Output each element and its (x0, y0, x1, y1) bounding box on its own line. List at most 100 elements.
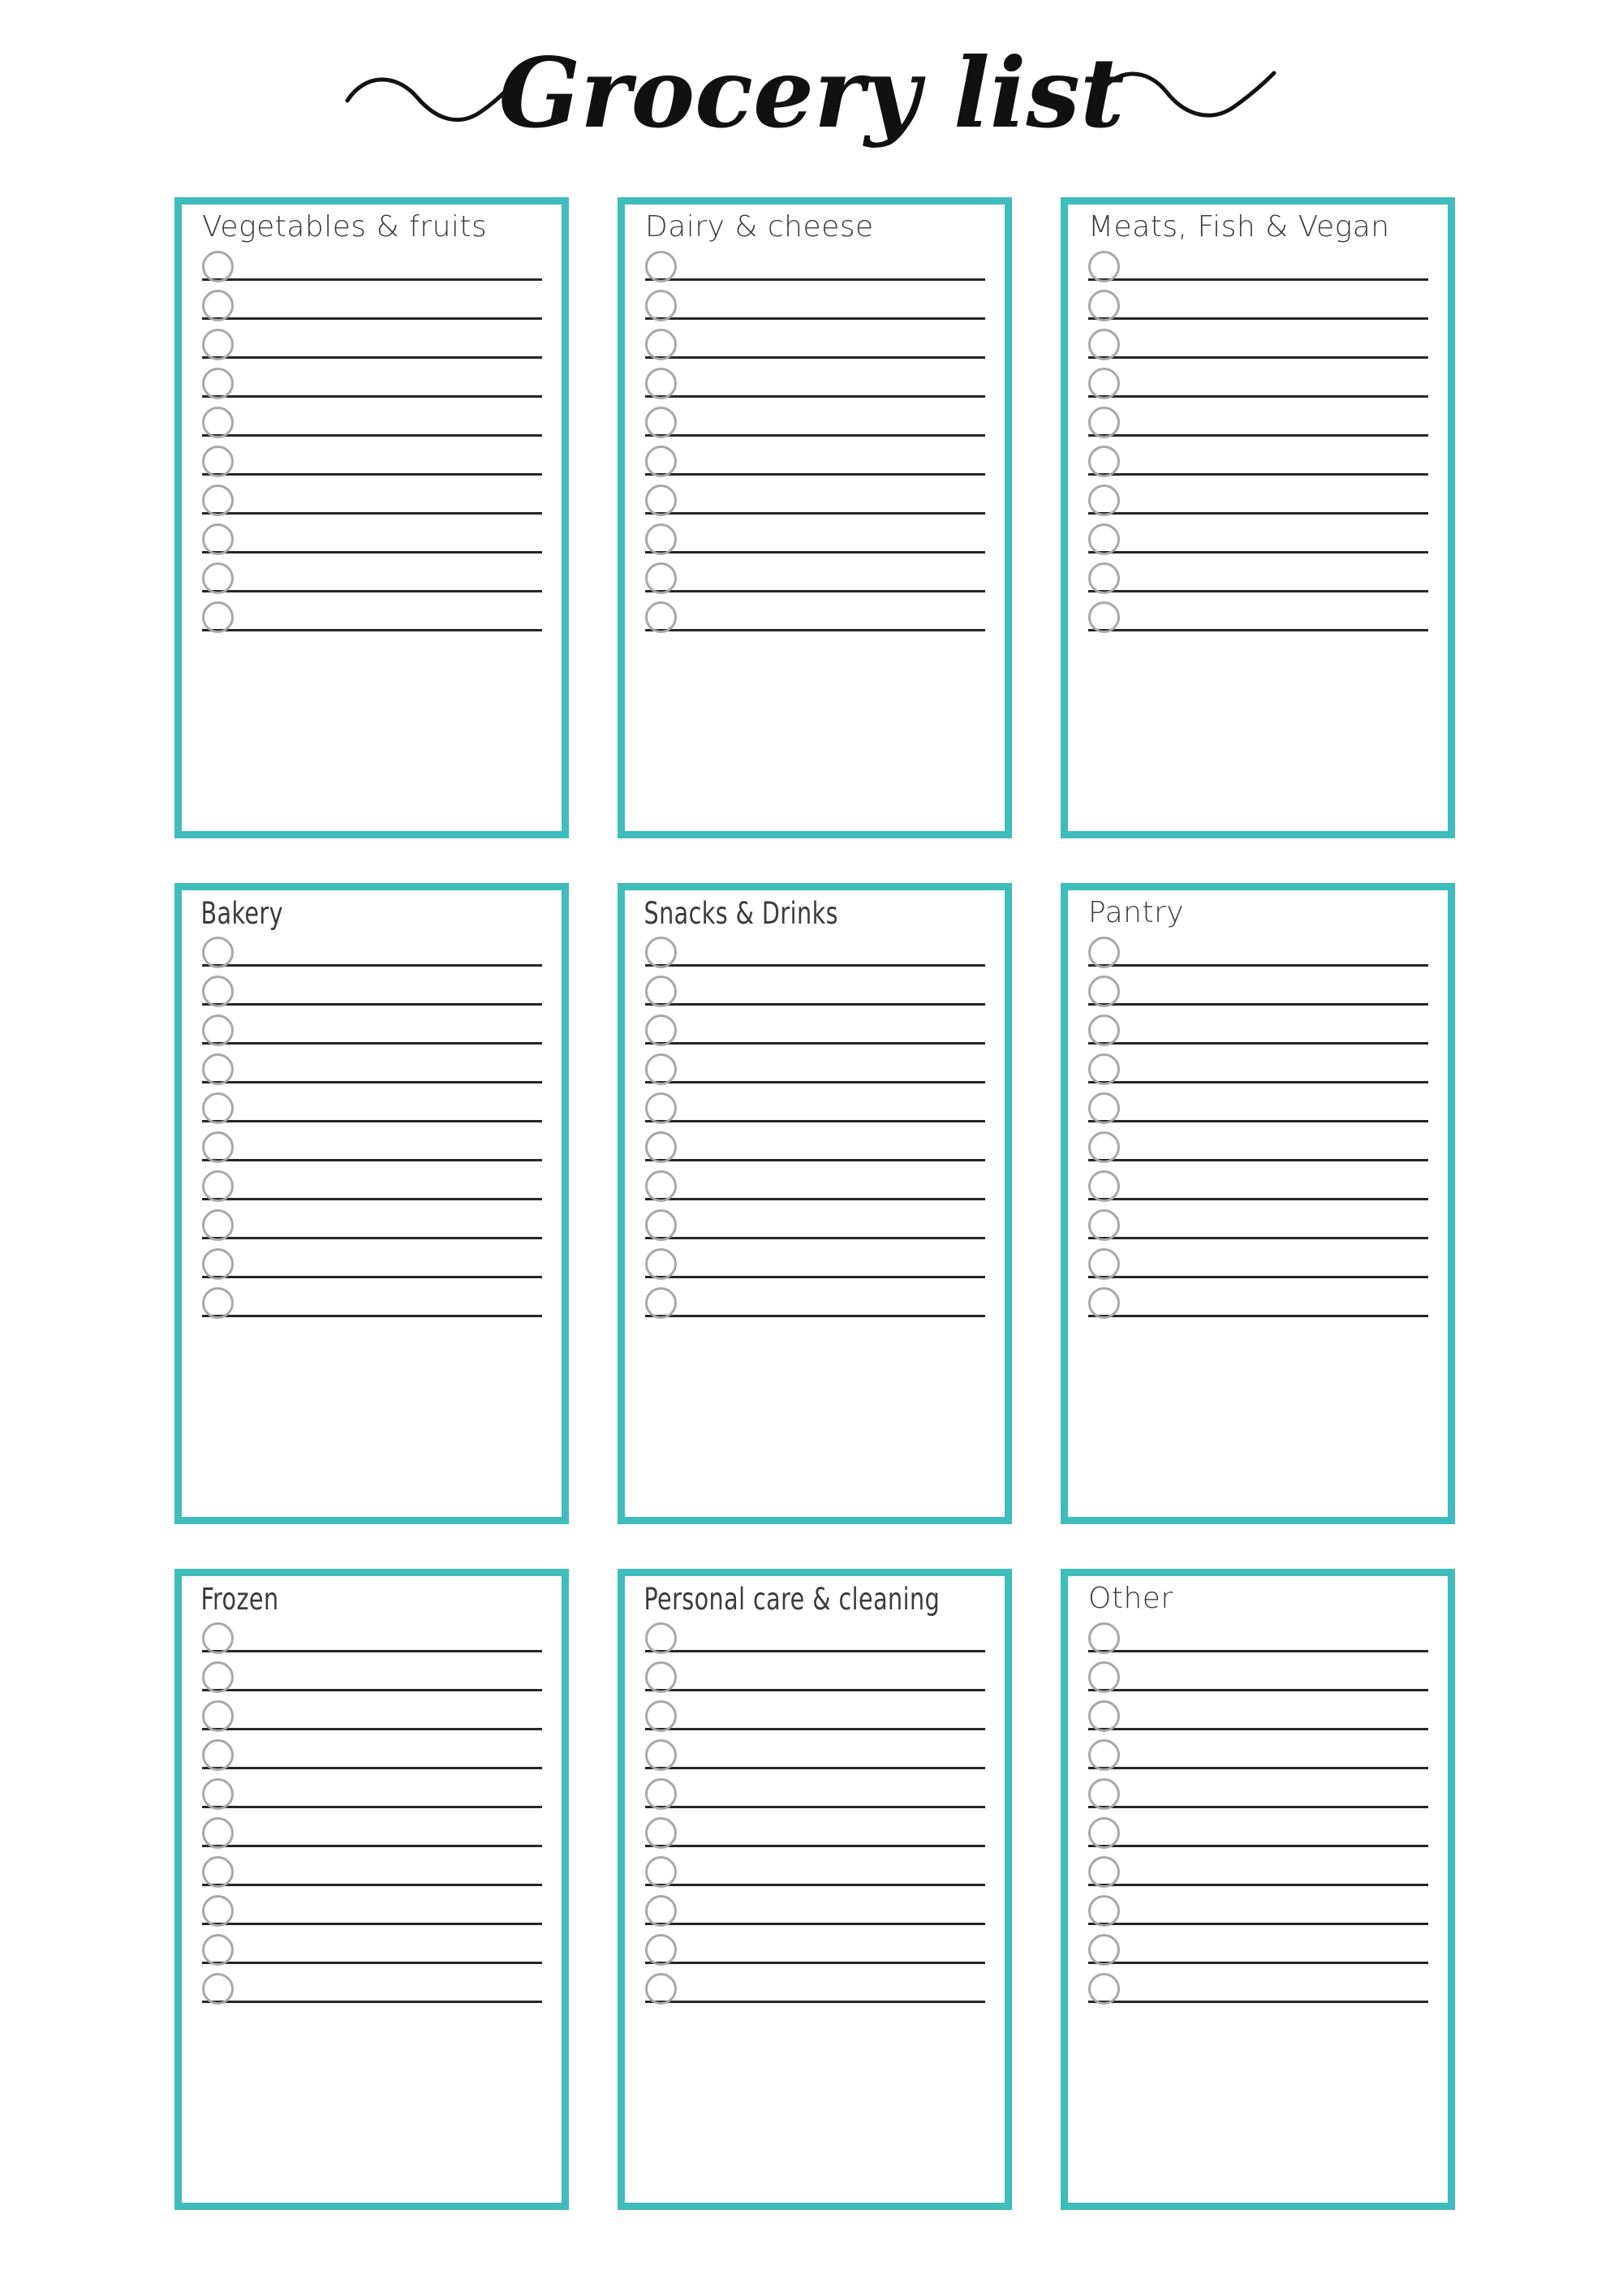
list-item[interactable] (645, 482, 993, 521)
checkbox-circle-icon[interactable] (1088, 446, 1120, 477)
list-item[interactable] (202, 1776, 550, 1815)
checkbox-circle-icon[interactable] (645, 1973, 677, 2005)
write-in-line[interactable] (1088, 2001, 1428, 2003)
list-item[interactable] (645, 1893, 993, 1932)
checkbox-circle-icon[interactable] (645, 485, 677, 516)
list-item[interactable] (645, 1168, 993, 1207)
list-item[interactable] (1088, 1051, 1436, 1090)
write-in-line[interactable] (202, 1923, 542, 1925)
list-item[interactable] (202, 599, 550, 638)
checkbox-circle-icon[interactable] (1088, 407, 1120, 438)
checkbox-circle-icon[interactable] (1088, 937, 1120, 968)
write-in-line[interactable] (202, 395, 542, 398)
write-in-line[interactable] (1088, 1689, 1428, 1691)
list-item[interactable] (1088, 1854, 1436, 1893)
checkbox-circle-icon[interactable] (645, 1778, 677, 1810)
list-item[interactable] (1088, 1246, 1436, 1285)
checkbox-circle-icon[interactable] (1088, 485, 1120, 516)
checkbox-circle-icon[interactable] (645, 937, 677, 968)
write-in-line[interactable] (1088, 1315, 1428, 1317)
list-item[interactable] (645, 1815, 993, 1854)
write-in-line[interactable] (202, 434, 542, 437)
checkbox-circle-icon[interactable] (202, 523, 234, 555)
checkbox-circle-icon[interactable] (645, 407, 677, 438)
list-item[interactable] (1088, 1815, 1436, 1854)
write-in-line[interactable] (645, 2001, 985, 2003)
list-item[interactable] (202, 1129, 550, 1168)
list-item[interactable] (645, 560, 993, 599)
write-in-line[interactable] (645, 551, 985, 554)
list-item[interactable] (202, 1698, 550, 1737)
checkbox-circle-icon[interactable] (202, 1817, 234, 1849)
write-in-line[interactable] (645, 1884, 985, 1886)
list-item[interactable] (645, 404, 993, 443)
checkbox-circle-icon[interactable] (202, 601, 234, 633)
write-in-line[interactable] (645, 1845, 985, 1847)
list-item[interactable] (1088, 1090, 1436, 1129)
list-item[interactable] (645, 1620, 993, 1659)
checkbox-circle-icon[interactable] (202, 976, 234, 1007)
list-item[interactable] (1088, 326, 1436, 365)
list-item[interactable] (645, 1051, 993, 1090)
write-in-line[interactable] (645, 434, 985, 437)
checkbox-circle-icon[interactable] (1088, 1895, 1120, 1927)
checkbox-circle-icon[interactable] (1088, 1817, 1120, 1849)
checkbox-circle-icon[interactable] (645, 1739, 677, 1771)
write-in-line[interactable] (1088, 1159, 1428, 1161)
checkbox-circle-icon[interactable] (1088, 251, 1120, 282)
checkbox-circle-icon[interactable] (202, 1934, 234, 1966)
checkbox-circle-icon[interactable] (645, 1856, 677, 1888)
list-item[interactable] (645, 973, 993, 1012)
list-item[interactable] (202, 1168, 550, 1207)
list-item[interactable] (202, 1815, 550, 1854)
write-in-line[interactable] (202, 590, 542, 592)
checkbox-circle-icon[interactable] (645, 1287, 677, 1319)
checkbox-circle-icon[interactable] (202, 485, 234, 516)
checkbox-circle-icon[interactable] (1088, 1170, 1120, 1202)
write-in-line[interactable] (202, 317, 542, 320)
list-item[interactable] (645, 1932, 993, 1971)
list-item[interactable] (645, 1012, 993, 1051)
checkbox-circle-icon[interactable] (202, 1170, 234, 1202)
checkbox-circle-icon[interactable] (1088, 1856, 1120, 1888)
checkbox-circle-icon[interactable] (645, 368, 677, 399)
checkbox-circle-icon[interactable] (202, 1778, 234, 1810)
write-in-line[interactable] (1088, 356, 1428, 359)
list-item[interactable] (202, 521, 550, 560)
list-item[interactable] (1088, 1737, 1436, 1776)
list-item[interactable] (1088, 934, 1436, 973)
checkbox-circle-icon[interactable] (202, 1739, 234, 1771)
list-item[interactable] (202, 443, 550, 482)
list-item[interactable] (202, 1207, 550, 1246)
write-in-line[interactable] (645, 317, 985, 320)
checkbox-circle-icon[interactable] (202, 937, 234, 968)
write-in-line[interactable] (1088, 1081, 1428, 1083)
checkbox-circle-icon[interactable] (202, 1248, 234, 1280)
checkbox-circle-icon[interactable] (1088, 562, 1120, 594)
list-item[interactable] (645, 248, 993, 287)
checkbox-circle-icon[interactable] (1088, 1661, 1120, 1693)
checkbox-circle-icon[interactable] (645, 1209, 677, 1241)
checkbox-circle-icon[interactable] (645, 1700, 677, 1732)
write-in-line[interactable] (202, 1728, 542, 1730)
checkbox-circle-icon[interactable] (645, 601, 677, 633)
write-in-line[interactable] (1088, 434, 1428, 437)
list-item[interactable] (645, 934, 993, 973)
checkbox-circle-icon[interactable] (645, 290, 677, 321)
write-in-line[interactable] (645, 473, 985, 476)
list-item[interactable] (1088, 973, 1436, 1012)
checkbox-circle-icon[interactable] (202, 562, 234, 594)
list-item[interactable] (202, 326, 550, 365)
checkbox-circle-icon[interactable] (202, 368, 234, 399)
write-in-line[interactable] (1088, 1845, 1428, 1847)
checkbox-circle-icon[interactable] (202, 1856, 234, 1888)
list-item[interactable] (202, 1854, 550, 1893)
write-in-line[interactable] (645, 629, 985, 631)
checkbox-circle-icon[interactable] (1088, 1778, 1120, 1810)
list-item[interactable] (202, 248, 550, 287)
write-in-line[interactable] (202, 356, 542, 359)
list-item[interactable] (1088, 1620, 1436, 1659)
list-item[interactable] (645, 1129, 993, 1168)
checkbox-circle-icon[interactable] (202, 1014, 234, 1046)
checkbox-circle-icon[interactable] (202, 329, 234, 360)
